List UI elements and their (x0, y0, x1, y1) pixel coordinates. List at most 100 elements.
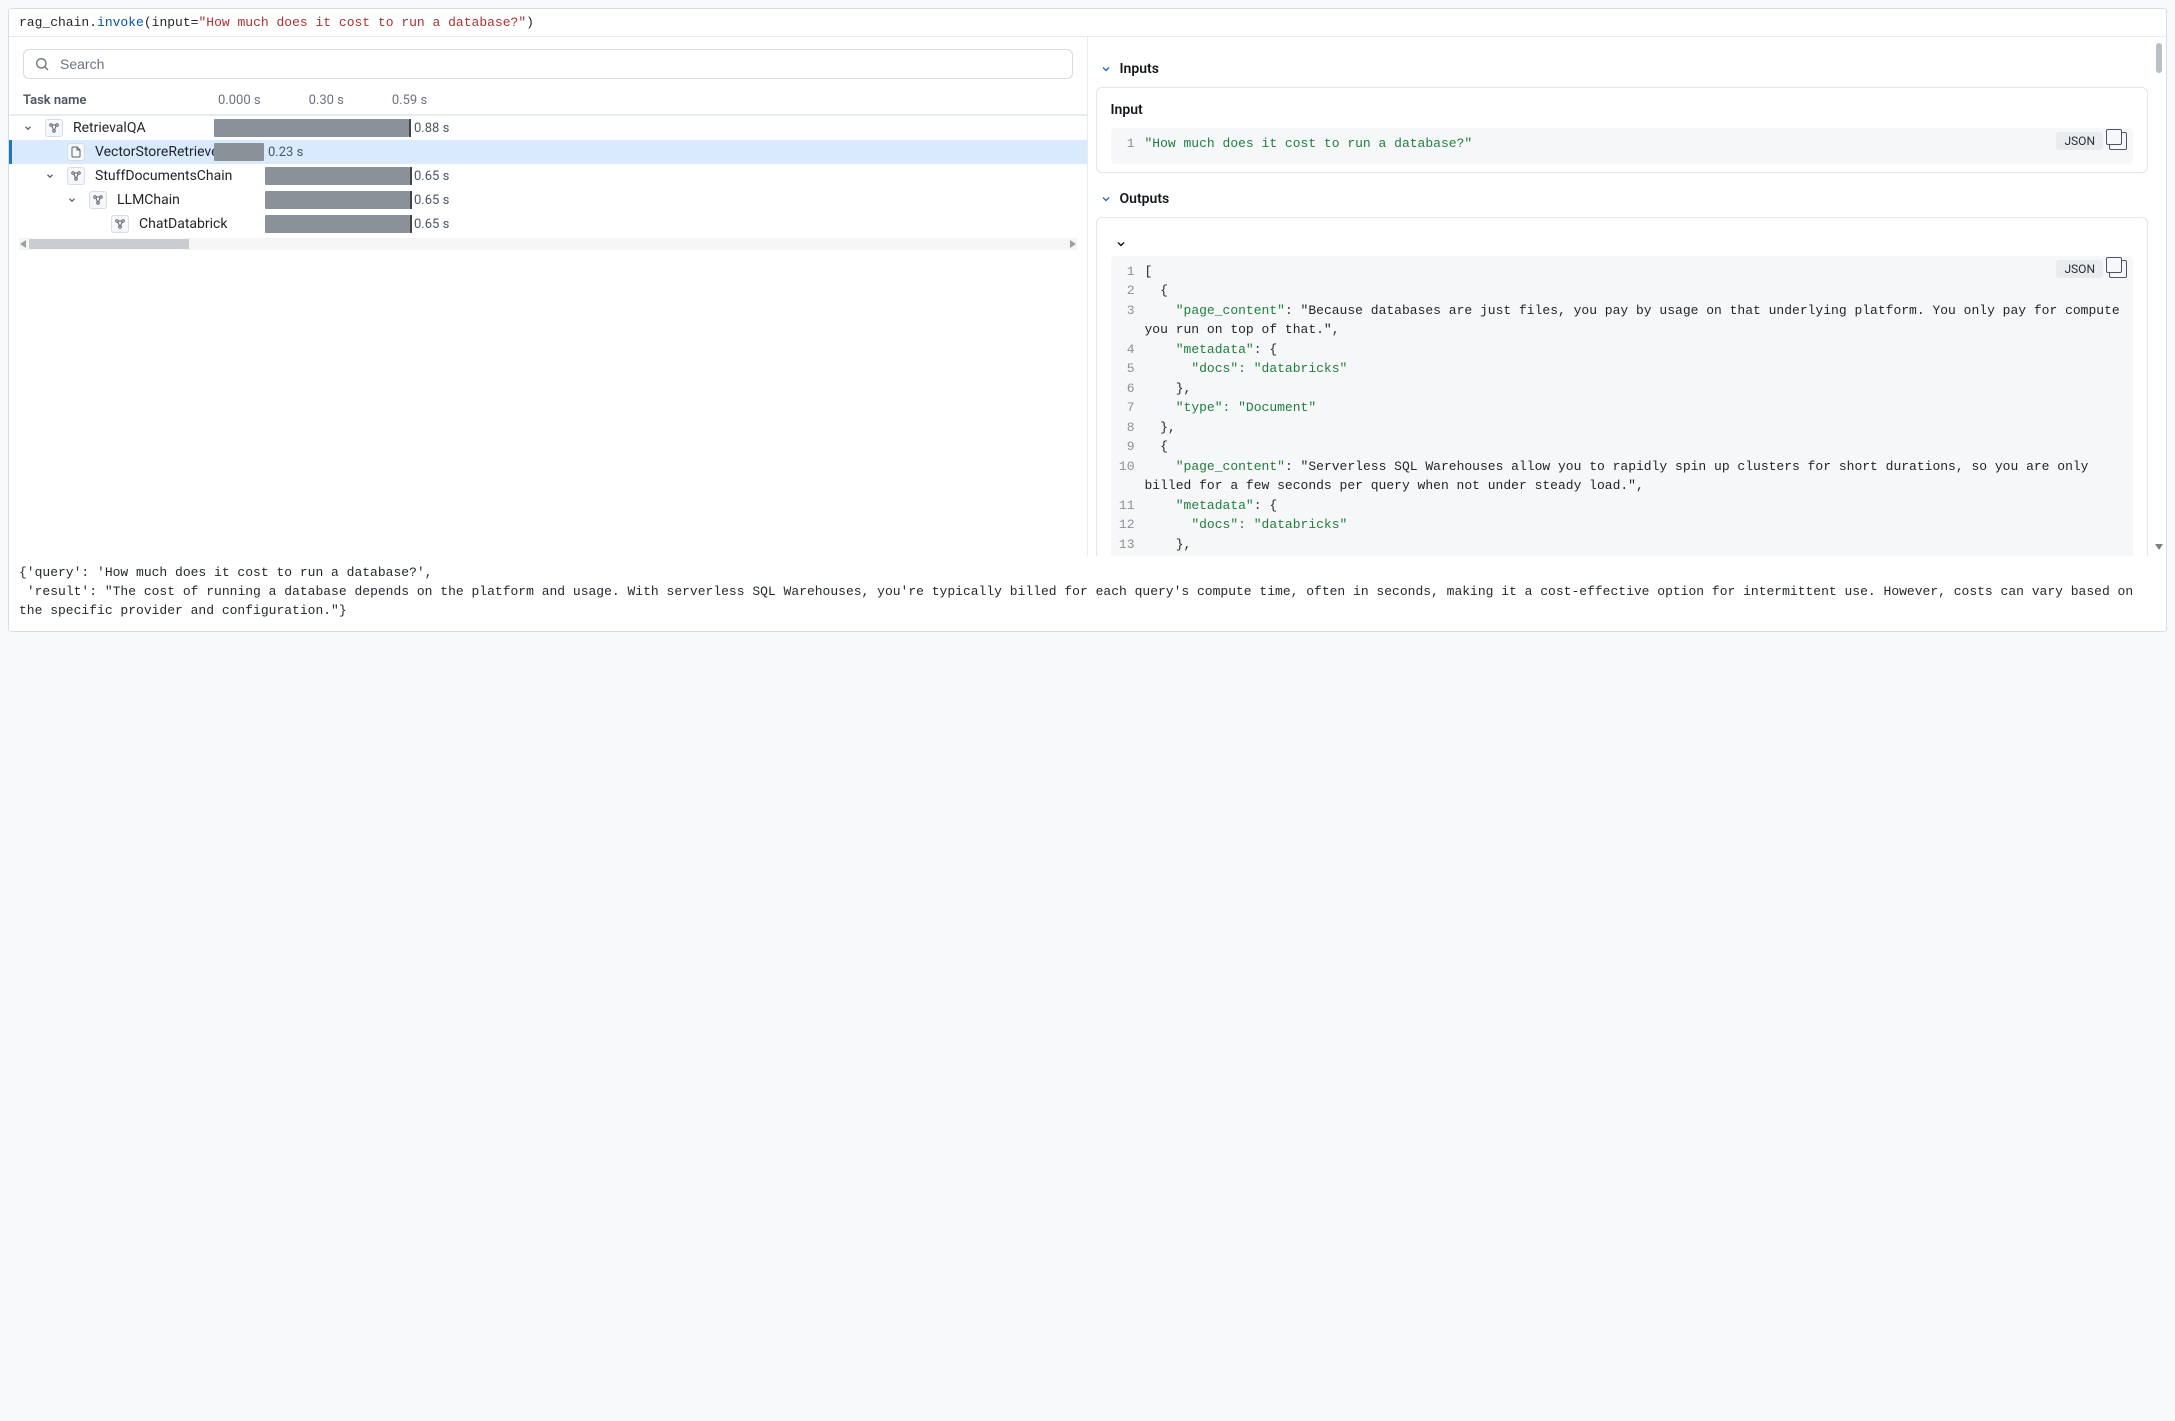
code-text: [ (1145, 262, 2134, 282)
tick-2: 0.59 s (392, 93, 427, 108)
line-number: 3 (1111, 301, 1145, 340)
vertical-scrollbar[interactable] (2154, 39, 2164, 554)
task-label: LLMChain (117, 192, 180, 208)
task-row[interactable]: LLMChain 0.65 s (9, 188, 1087, 212)
col-task-name: Task name (23, 93, 218, 108)
code-text: "type": "Document" (1145, 554, 2134, 556)
duration-bar (214, 119, 409, 137)
bar-endcap (410, 191, 412, 209)
scroll-down-icon[interactable] (2155, 544, 2163, 550)
chevron-down-icon[interactable] (1115, 238, 2134, 250)
code-method: invoke (97, 15, 144, 30)
notebook-cell-output: rag_chain.invoke(input="How much does it… (8, 8, 2167, 632)
chevron-down-icon (1100, 193, 1112, 205)
line-number: 14 (1111, 554, 1145, 556)
code-text: "metadata": { (1145, 496, 2134, 516)
copy-icon[interactable] (2109, 260, 2127, 278)
code-line: 11 "metadata": { (1111, 496, 2134, 516)
json-badge[interactable]: JSON (2056, 260, 2103, 278)
code-text: }, (1145, 535, 2134, 555)
chain-icon (89, 191, 107, 209)
line-number: 2 (1111, 281, 1145, 301)
bar-cell: 0.88 s (214, 119, 1039, 137)
code-text: "How much does it cost to run a database… (1145, 134, 2134, 154)
line-number: 11 (1111, 496, 1145, 516)
duration-label: 0.65 s (414, 191, 449, 209)
code-line: 7 "type": "Document" (1111, 398, 2134, 418)
search-input[interactable] (60, 56, 1062, 72)
code-line: 1"How much does it cost to run a databas… (1111, 134, 2134, 154)
timeline-pane: Task name 0.000 s 0.30 s 0.59 s Retrieva… (9, 37, 1088, 556)
tick-1: 0.30 s (309, 93, 344, 108)
duration-label: 0.65 s (414, 215, 449, 233)
input-card: Input JSON 1"How much does it cost to ru… (1096, 87, 2149, 173)
duration-label: 0.23 s (268, 143, 303, 161)
line-number: 13 (1111, 535, 1145, 555)
code-text: "type": "Document" (1145, 398, 2134, 418)
timeline-ticks: 0.000 s 0.30 s 0.59 s (218, 93, 1073, 108)
duration-bar (214, 143, 264, 161)
code-text: { (1145, 281, 2134, 301)
code-arg-name: input (152, 15, 191, 30)
bar-cell: 0.65 s (214, 167, 1039, 185)
code-text: "docs": "databricks" (1145, 515, 2134, 535)
bar-endcap (410, 167, 412, 185)
code-text: "page_content": "Because databases are j… (1145, 301, 2134, 340)
chain-icon (67, 167, 85, 185)
code-line: 6 }, (1111, 379, 2134, 399)
inputs-section-header[interactable]: Inputs (1096, 53, 2149, 87)
output-code-lines: 1[2 {3 "page_content": "Because database… (1111, 260, 2134, 557)
code-text: }, (1145, 379, 2134, 399)
timeline-rows: RetrievalQA 0.88 s VectorStoreRetriever0.2… (9, 116, 1087, 236)
task-row[interactable]: RetrievalQA 0.88 s (9, 116, 1087, 140)
bar-endcap (410, 215, 412, 233)
line-number: 12 (1111, 515, 1145, 535)
task-row[interactable]: StuffDocumentsChain0.65 s (9, 164, 1087, 188)
scroll-thumb[interactable] (2156, 43, 2162, 73)
search-box[interactable] (23, 49, 1073, 79)
code-line: 2 { (1111, 281, 2134, 301)
task-label: StuffDocumentsChain (95, 168, 232, 184)
line-number: 9 (1111, 437, 1145, 457)
chain-icon (111, 215, 129, 233)
line-number: 7 (1111, 398, 1145, 418)
chevron-down-icon[interactable] (67, 195, 79, 205)
output-code-block: JSON 1[2 {3 "page_content": "Because dat… (1111, 256, 2134, 557)
line-number: 1 (1111, 262, 1145, 282)
input-code-lines: 1"How much does it cost to run a databas… (1111, 132, 2134, 154)
console-output: {'query': 'How much does it cost to run … (9, 556, 2166, 631)
code-line: 8 }, (1111, 418, 2134, 438)
copy-icon[interactable] (2109, 132, 2127, 150)
chevron-down-icon[interactable] (23, 123, 35, 133)
code-line: 13 }, (1111, 535, 2134, 555)
code-line: 9 { (1111, 437, 2134, 457)
horizontal-scrollbar[interactable] (19, 238, 1077, 250)
code-line: 4 "metadata": { (1111, 340, 2134, 360)
code-text: { (1145, 437, 2134, 457)
search-icon (34, 56, 50, 72)
bar-cell: 0.65 s (214, 191, 1039, 209)
json-badge[interactable]: JSON (2056, 132, 2103, 150)
task-row[interactable]: ChatDatabrick0.65 s (9, 212, 1087, 236)
timeline-header: Task name 0.000 s 0.30 s 0.59 s (9, 89, 1087, 116)
task-row[interactable]: VectorStoreRetriever0.23 s (9, 140, 1087, 164)
scroll-right-icon[interactable] (1070, 240, 1076, 248)
bar-cell: 0.65 s (214, 215, 1039, 233)
duration-bar (265, 215, 410, 233)
input-card-title: Input (1111, 102, 2134, 118)
output-card: JSON 1[2 {3 "page_content": "Because dat… (1096, 217, 2149, 557)
code-arg-value: "How much does it cost to run a database… (198, 15, 526, 30)
task-label: RetrievalQA (73, 120, 146, 136)
code-text: "docs": "databricks" (1145, 359, 2134, 379)
line-number: 10 (1111, 457, 1145, 496)
outputs-section-header[interactable]: Outputs (1096, 183, 2149, 217)
scroll-left-icon[interactable] (20, 240, 26, 248)
code-line: 1[ (1111, 262, 2134, 282)
code-text: "metadata": { (1145, 340, 2134, 360)
code-line: 14 "type": "Document" (1111, 554, 2134, 556)
chevron-down-icon[interactable] (45, 171, 57, 181)
duration-label: 0.88 s (414, 119, 449, 137)
code-source-line: rag_chain.invoke(input="How much does it… (9, 9, 2166, 36)
code-text: "page_content": "Serverless SQL Warehous… (1145, 457, 2134, 496)
scroll-thumb[interactable] (29, 239, 189, 249)
